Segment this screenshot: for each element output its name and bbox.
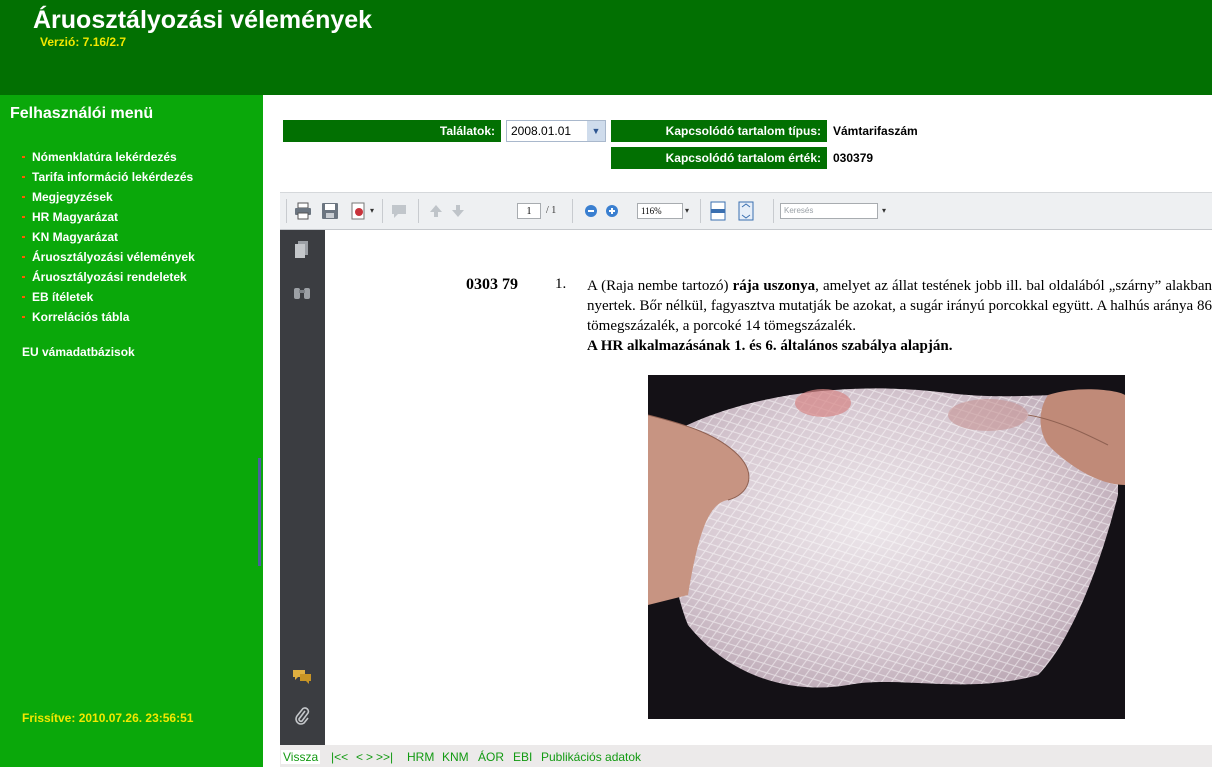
publication-data-link[interactable]: Publikációs adatok [541,750,641,764]
toolbar-separator [418,199,419,223]
sidebar-item-label: Tarifa információ lekérdezés [32,170,194,184]
pdf-toolbar: ▾ 1 / 1 116% ▾ Keresés ▾ [280,192,1212,230]
toolbar-separator [700,199,701,223]
sidebar-title: Felhasználói menü [10,105,154,122]
pdf-search-input[interactable]: Keresés [780,203,878,219]
knm-link[interactable]: KNM [442,750,469,764]
sidebar-item-label: Nómenklatúra lekérdezés [32,150,177,164]
pages-icon[interactable] [292,240,312,260]
zoom-in-icon[interactable] [602,201,622,221]
content-type-value: Vámtarifaszám [833,124,918,138]
eu-databases-link[interactable]: EU vámadatbázisok [22,345,135,359]
chevron-down-icon[interactable]: ▾ [685,201,689,221]
sidebar-item-classification-regulations[interactable]: Áruosztályozási rendeletek [22,267,195,287]
bottom-navigation: Vissza |<< < > >>| HRM KNM ÁOR EBI Publi… [280,745,1212,767]
page-number-input[interactable]: 1 [517,203,541,219]
bullet-icon [22,216,25,218]
sidebar-item-label: Korrelációs tábla [32,310,130,324]
fit-width-icon[interactable] [708,201,728,221]
printer-icon[interactable] [293,201,313,221]
description-text: A (Raja nembe tartozó) [587,278,733,294]
bullet-icon [22,176,25,178]
arrow-down-icon[interactable] [448,201,468,221]
aor-link[interactable]: ÁOR [478,750,504,764]
sidebar-item-tariff-info[interactable]: Tarifa információ lekérdezés [22,167,195,187]
hrm-link[interactable]: HRM [407,750,434,764]
sidebar: Felhasználói menü Nómenklatúra lekérdezé… [0,95,263,767]
hits-select[interactable]: 2008.01.01 ▼ [506,120,606,142]
sidebar-menu: Nómenklatúra lekérdezés Tarifa informáci… [22,147,195,327]
paperclip-icon[interactable] [292,706,312,726]
comments-icon[interactable] [292,666,312,686]
sidebar-item-nomenclature[interactable]: Nómenklatúra lekérdezés [22,147,195,167]
sidebar-item-label: HR Magyarázat [32,210,119,224]
sidebar-item-label: Megjegyzések [32,190,113,204]
version-label: Verzió: 7.16/2.7 [40,35,127,49]
description-bold: rája uszonya [732,278,816,294]
bullet-icon [22,296,25,298]
pdf-export-icon[interactable] [349,201,369,221]
pdf-side-panel [280,230,325,745]
toolbar-separator [572,199,573,223]
sidebar-item-label: EB ítéletek [32,290,94,304]
zoom-select[interactable]: 116% [637,203,683,219]
hits-select-value: 2008.01.01 [511,124,572,138]
pdf-document-page: 0303 79 1. A (Raja nembe tartozó) rája u… [325,230,1212,745]
binoculars-icon[interactable] [292,282,312,302]
sidebar-item-eb-judgments[interactable]: EB ítéletek [22,287,195,307]
arrow-up-icon[interactable] [426,201,446,221]
sidebar-item-label: Áruosztályozási vélemények [32,250,195,264]
sidebar-item-notes[interactable]: Megjegyzések [22,187,195,207]
toolbar-separator [382,199,383,223]
content-value-label: Kapcsolódó tartalom érték: [611,147,827,169]
back-link[interactable]: Vissza [281,750,321,764]
first-page-link[interactable]: |<< [331,750,348,764]
sidebar-item-correlation-table[interactable]: Korrelációs tábla [22,307,195,327]
bullet-icon [22,196,25,198]
classification-rule: A HR alkalmazásának 1. és 6. általános s… [587,338,953,354]
tariff-code: 0303 79 [466,276,518,293]
chevron-down-icon[interactable]: ▾ [370,201,374,221]
content-type-label: Kapcsolódó tartalom típus: [611,120,827,142]
fit-page-icon[interactable] [736,201,756,221]
sidebar-item-hr-explanation[interactable]: HR Magyarázat [22,207,195,227]
app-title: Áruosztályozási vélemények [33,6,373,34]
app-header: Áruosztályozási vélemények Verzió: 7.16/… [0,0,1212,95]
comment-icon[interactable] [390,201,410,221]
next-page-link[interactable]: > [366,750,373,764]
zoom-out-icon[interactable] [581,201,601,221]
updated-timestamp: Frissítve: 2010.07.26. 23:56:51 [22,711,194,725]
bullet-icon [22,276,25,278]
content-value-value: 030379 [833,151,874,165]
chevron-down-icon[interactable]: ▼ [587,121,605,141]
sidebar-item-label: Áruosztályozási rendeletek [32,270,187,284]
disk-icon[interactable] [320,201,340,221]
bullet-icon [22,156,25,158]
toolbar-separator [773,199,774,223]
sidebar-item-classification-opinions[interactable]: Áruosztályozási vélemények [22,247,195,267]
page-total: / 1 [546,205,557,216]
item-number: 1. [555,276,567,292]
main-content: Találatok: 2008.01.01 ▼ Kapcsolódó tarta… [263,95,1212,767]
sidebar-item-label: KN Magyarázat [32,230,119,244]
hits-label: Találatok: [283,120,501,142]
bullet-icon [22,316,25,318]
sidebar-resize-handle[interactable] [258,458,261,566]
item-description: A (Raja nembe tartozó) rája uszonya, ame… [587,276,1212,356]
ebi-link[interactable]: EBI [513,750,532,764]
chevron-down-icon[interactable]: ▾ [882,201,886,221]
bullet-icon [22,236,25,238]
toolbar-separator [286,199,287,223]
bullet-icon [22,256,25,258]
sidebar-item-kn-explanation[interactable]: KN Magyarázat [22,227,195,247]
prev-page-link[interactable]: < [356,750,363,764]
ray-wing-photo [648,375,1125,719]
last-page-link[interactable]: >>| [376,750,393,764]
